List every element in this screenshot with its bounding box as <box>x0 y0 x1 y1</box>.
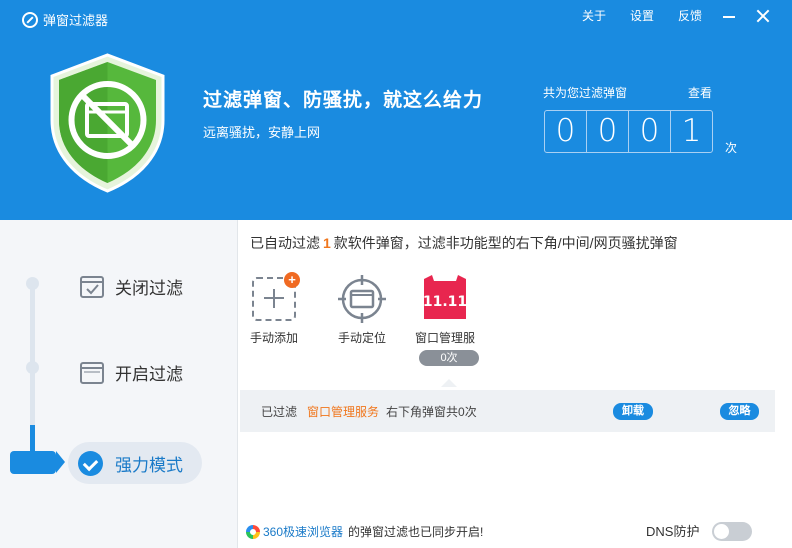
mode-strong-active[interactable]: 强力模式 <box>68 442 202 484</box>
shield-icon <box>50 53 165 193</box>
tmall-cat-icon: 11.11 <box>423 275 467 319</box>
settings-link[interactable]: 设置 <box>630 7 654 24</box>
counter-digit: 0 <box>629 111 671 152</box>
top-links: 关于 设置 反馈 <box>558 7 770 24</box>
svg-text:11.11: 11.11 <box>423 294 467 310</box>
crosshair-icon <box>338 275 386 323</box>
summary-prefix: 已自动过滤 <box>250 235 320 251</box>
rail-dot <box>26 277 39 290</box>
hero-slogan: 过滤弹窗、防骚扰，就这么给力 <box>203 90 484 111</box>
counter-display: 0 0 0 1 <box>544 110 713 153</box>
browser-logo-icon <box>246 524 260 539</box>
mode-close-filter[interactable]: 关闭过滤 <box>80 274 183 299</box>
counter-unit: 次 <box>725 141 738 155</box>
uninstall-button[interactable]: 卸载 <box>613 403 653 420</box>
title-bar: 弹窗过滤器 <box>22 10 108 29</box>
mode-sidebar: 关闭过滤 开启过滤 强力模式 <box>0 220 238 548</box>
counter-view-link[interactable]: 查看 <box>688 84 712 101</box>
mode-open-label: 开启过滤 <box>115 365 183 384</box>
mode-strong-label: 强力模式 <box>115 455 183 475</box>
minimize-icon[interactable] <box>722 9 736 23</box>
header-banner: 弹窗过滤器 关于 设置 反馈 过滤弹窗、防骚扰，就这么给力 远离骚扰，安静上网 … <box>0 0 792 220</box>
rail-dot <box>26 361 39 374</box>
mode-close-label: 关闭过滤 <box>115 279 183 298</box>
hero-subslogan: 远离骚扰，安静上网 <box>203 125 321 140</box>
feedback-link[interactable]: 反馈 <box>678 7 702 24</box>
filtered-detail: 右下角弹窗共0次 <box>386 404 477 419</box>
browser-link[interactable]: 360极速浏览器 <box>263 523 343 540</box>
mode-slider-handle[interactable] <box>10 451 65 474</box>
add-icon: + <box>249 272 300 323</box>
close-icon[interactable] <box>756 9 770 23</box>
counter-label: 共为您过滤弹窗 <box>543 86 628 100</box>
footer-notice: 360极速浏览器 的弹窗过滤也已同步开启! <box>246 523 483 540</box>
ignore-button[interactable]: 忽略 <box>720 403 759 420</box>
dns-toggle[interactable] <box>712 522 752 541</box>
summary-count: 1 <box>323 235 331 251</box>
about-link[interactable]: 关于 <box>582 7 606 24</box>
counter-digit: 1 <box>681 113 702 149</box>
window-manager-tool[interactable]: 11.11 窗口管理服 <box>415 273 475 346</box>
counter-digit: 0 <box>587 111 629 152</box>
manual-locate-label: 手动定位 <box>337 331 386 345</box>
filtered-prefix: 已过滤 <box>261 404 298 419</box>
window-manager-label: 窗口管理服 <box>415 331 476 345</box>
check-circle-icon <box>78 450 103 476</box>
footer-text: 的弹窗过滤也已同步开启! <box>348 525 484 539</box>
app-logo-icon <box>22 11 38 28</box>
window-icon <box>80 361 104 384</box>
dns-label: DNS防护 <box>646 524 700 539</box>
manual-add-label: 手动添加 <box>249 331 298 345</box>
checkbox-window-icon <box>80 275 104 298</box>
manual-locate-tool[interactable]: 手动定位 <box>337 273 387 346</box>
filtered-item-row: 已过滤 窗口管理服务 右下角弹窗共0次 卸载 忽略 <box>240 390 775 432</box>
filter-summary: 已自动过滤 1 款软件弹窗，过滤非功能型的右下角/中间/网页骚扰弹窗 <box>250 233 678 253</box>
filtered-service-name[interactable]: 窗口管理服务 <box>307 403 379 420</box>
summary-suffix: 款软件弹窗，过滤非功能型的右下角/中间/网页骚扰弹窗 <box>333 235 678 251</box>
manual-add-tool[interactable]: + 手动添加 <box>249 272 300 346</box>
app-title: 弹窗过滤器 <box>43 13 109 28</box>
mode-open-filter[interactable]: 开启过滤 <box>80 360 183 385</box>
counter-digit: 0 <box>545 111 587 152</box>
window-manager-count-badge: 0次 <box>419 350 479 387</box>
